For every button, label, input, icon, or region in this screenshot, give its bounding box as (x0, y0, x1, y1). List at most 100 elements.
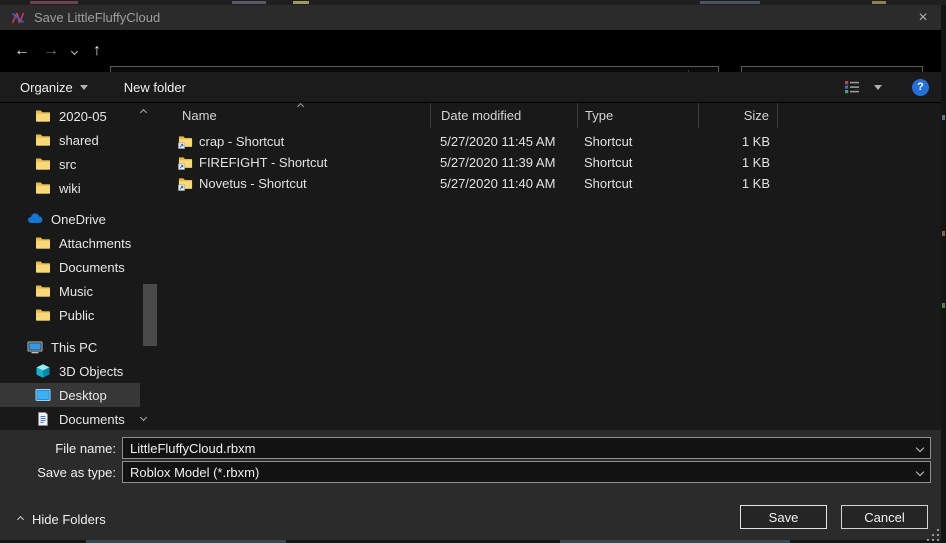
toolbar-right-group: ? (842, 79, 929, 96)
sidebar-item-3d-objects[interactable]: 3D Objects (0, 359, 140, 383)
new-folder-button[interactable]: New folder (124, 80, 186, 95)
file-list-header: Name Date modified Type Size (158, 103, 941, 128)
folder-icon (35, 283, 51, 299)
computer-icon (27, 339, 43, 355)
file-name-label: File name: (0, 441, 122, 456)
forward-button[interactable]: → (38, 38, 64, 64)
background-fragment (942, 115, 945, 120)
file-type: Shortcut (577, 176, 698, 191)
sidebar-item-2020-05[interactable]: 2020-05 (0, 104, 140, 128)
file-date-modified: 5/27/2020 11:40 AM (430, 176, 577, 191)
sidebar-item-shared[interactable]: shared (0, 128, 140, 152)
file-name-cell: FIREFIGHT - Shortcut (158, 155, 430, 170)
toolbar: Organize New folder ? (0, 72, 941, 103)
sidebar-item-label: This PC (51, 340, 97, 355)
content-area: 2020-05 shared src wiki OneDrive Attachm… (0, 103, 941, 430)
folder-icon (35, 307, 51, 323)
sidebar-item-label: wiki (59, 181, 81, 196)
sidebar-item-label: Public (59, 308, 94, 323)
sidebar-item-music[interactable]: Music (0, 279, 140, 303)
hide-folders-label: Hide Folders (32, 512, 106, 527)
file-row-novetus-shortcut[interactable]: Novetus - Shortcut 5/27/2020 11:40 AM Sh… (158, 173, 941, 194)
sidebar-scroll-up-icon[interactable] (140, 109, 147, 116)
sidebar-item-this-pc[interactable]: This PC (0, 335, 140, 359)
folder-icon (35, 259, 51, 275)
window-title: Save LittleFluffyCloud (34, 10, 160, 25)
sidebar-item-label: Documents (59, 260, 125, 275)
back-button[interactable]: ← (8, 38, 36, 64)
save-dialog-window: Save LittleFluffyCloud × ← → ↑ This PC D… (0, 0, 946, 543)
sidebar-scrollbar-thumb[interactable] (143, 284, 157, 346)
sidebar-item-documents[interactable]: Documents (0, 255, 140, 279)
details-view-icon[interactable] (842, 79, 862, 95)
file-name-row: File name: (0, 437, 941, 459)
file-row-firefight-shortcut[interactable]: FIREFIGHT - Shortcut 5/27/2020 11:39 AM … (158, 152, 941, 173)
sidebar-item-label: Documents (59, 412, 125, 427)
sidebar-item-label: src (59, 157, 76, 172)
file-name: FIREFIGHT - Shortcut (199, 155, 327, 170)
background-window-right-sliver (941, 5, 946, 540)
file-list: Name Date modified Type Size crap - Shor… (158, 103, 941, 430)
sidebar-item-wiki[interactable]: wiki (0, 176, 140, 200)
sidebar-item-src[interactable]: src (0, 152, 140, 176)
folder-icon (35, 180, 51, 196)
organize-button[interactable]: Organize (20, 80, 88, 95)
file-size: 1 KB (698, 176, 778, 191)
sidebar-item-label: Desktop (59, 388, 107, 403)
recent-locations-button[interactable] (64, 38, 84, 64)
cube-icon (35, 363, 51, 379)
desktop-icon (35, 387, 51, 403)
up-button[interactable]: ↑ (84, 38, 110, 64)
sidebar-scroll-down-icon[interactable] (140, 414, 147, 421)
file-type: Shortcut (577, 155, 698, 170)
file-size: 1 KB (698, 134, 778, 149)
cancel-button[interactable]: Cancel (841, 505, 928, 529)
folder-icon (35, 235, 51, 251)
file-size: 1 KB (698, 155, 778, 170)
close-button[interactable]: × (908, 5, 938, 30)
sidebar-item-desktop[interactable]: Desktop (0, 383, 140, 407)
file-name-combobox[interactable] (122, 437, 931, 459)
file-row-crap-shortcut[interactable]: crap - Shortcut 5/27/2020 11:45 AM Short… (158, 131, 941, 152)
file-name-cell: Novetus - Shortcut (158, 176, 430, 191)
folder-icon (35, 108, 51, 124)
help-button[interactable]: ? (912, 79, 929, 96)
onedrive-cloud-icon (27, 211, 43, 227)
save-as-type-row: Save as type: Roblox Model (*.rbxm) (0, 461, 941, 483)
column-header-date-modified[interactable]: Date modified (430, 103, 577, 128)
sidebar-item-documents-2[interactable]: Documents (0, 407, 140, 430)
views-dropdown-icon[interactable] (874, 85, 882, 90)
sidebar-item-onedrive[interactable]: OneDrive (0, 207, 140, 231)
sidebar-item-label: OneDrive (51, 212, 106, 227)
background-fragment (232, 1, 266, 4)
background-fragment (30, 1, 78, 4)
sidebar-item-public[interactable]: Public (0, 303, 140, 327)
file-name-input[interactable] (123, 441, 893, 456)
file-name: Novetus - Shortcut (199, 176, 307, 191)
chevron-up-icon (17, 516, 24, 523)
column-header-type[interactable]: Type (577, 103, 698, 128)
sidebar-item-attachments[interactable]: Attachments (0, 231, 140, 255)
save-as-type-combobox[interactable]: Roblox Model (*.rbxm) (122, 461, 931, 483)
background-fragment (942, 303, 945, 308)
organize-label: Organize (20, 80, 73, 95)
hide-folders-button[interactable]: Hide Folders (18, 512, 106, 527)
sidebar-item-label: 3D Objects (59, 364, 123, 379)
chevron-down-icon (70, 47, 77, 54)
column-header-size[interactable]: Size (698, 103, 778, 128)
new-folder-label: New folder (124, 80, 186, 95)
chevron-down-icon[interactable] (916, 468, 924, 476)
chevron-down-icon[interactable] (916, 444, 924, 452)
background-fragment (293, 1, 309, 4)
file-date-modified: 5/27/2020 11:39 AM (430, 155, 577, 170)
save-button[interactable]: Save (740, 505, 827, 529)
background-fragment (942, 231, 945, 236)
chevron-down-icon (80, 85, 88, 90)
folder-icon (35, 156, 51, 172)
file-name: crap - Shortcut (199, 134, 284, 149)
file-date-modified: 5/27/2020 11:45 AM (430, 134, 577, 149)
save-as-type-value: Roblox Model (*.rbxm) (123, 465, 893, 480)
background-fragment (700, 1, 760, 4)
column-header-name[interactable]: Name (158, 103, 430, 128)
background-fragment (872, 1, 886, 4)
